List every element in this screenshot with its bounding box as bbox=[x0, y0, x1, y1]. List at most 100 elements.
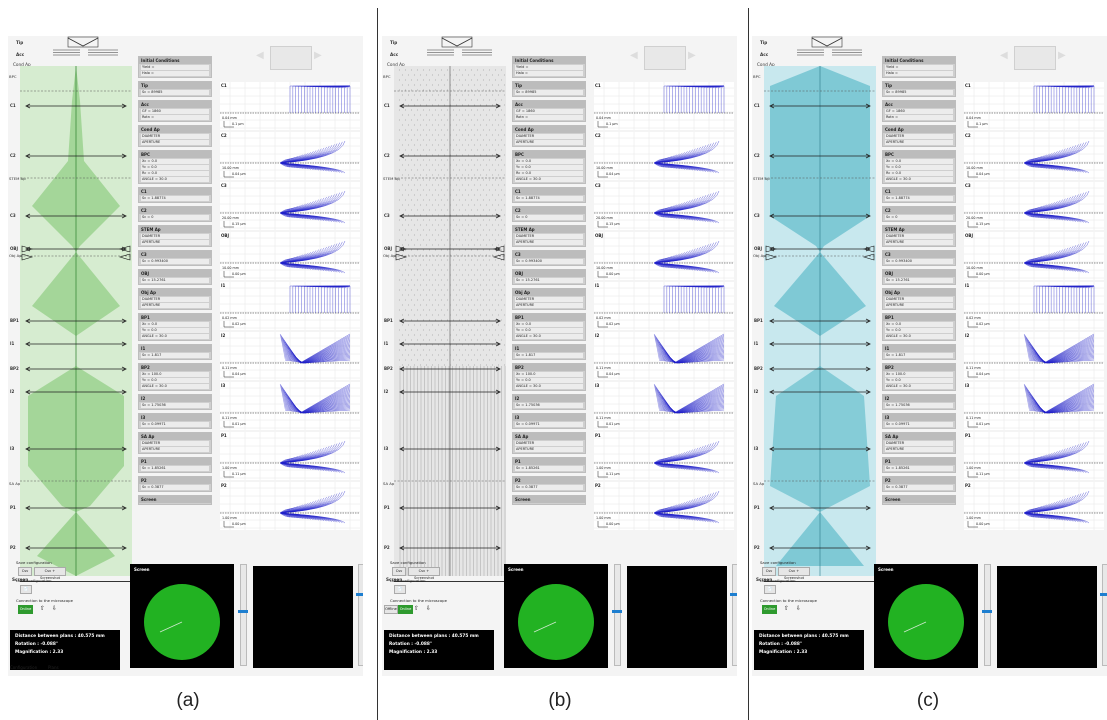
param-field[interactable]: Sc = 0.3877 bbox=[885, 485, 953, 490]
param-field[interactable]: APERTURE bbox=[885, 303, 953, 308]
param-field[interactable]: ANGLE = 30.0 bbox=[141, 384, 209, 389]
online-button[interactable]: Online bbox=[762, 605, 777, 614]
param-field[interactable]: Sc = 1.817 bbox=[515, 353, 583, 358]
secondary-slider[interactable] bbox=[730, 564, 737, 666]
param-field[interactable]: DIAMETER bbox=[141, 297, 209, 302]
param-field[interactable]: ANGLE = 30.0 bbox=[515, 177, 583, 182]
screen-slider-knob[interactable] bbox=[612, 610, 622, 613]
param-field[interactable]: ANGLE = 30.0 bbox=[885, 334, 953, 339]
param-field[interactable]: GF = 1860 bbox=[141, 109, 209, 114]
param-field[interactable]: DIAMETER bbox=[515, 234, 583, 239]
param-field[interactable]: Yield = bbox=[141, 65, 209, 70]
param-field[interactable]: Xc = 100.0 bbox=[885, 372, 953, 377]
screen-slider[interactable] bbox=[982, 564, 992, 666]
download-icon[interactable]: ⇩ bbox=[796, 605, 801, 612]
offline-button[interactable]: Offline bbox=[384, 605, 398, 614]
param-field[interactable]: Xc = 100.0 bbox=[515, 372, 583, 377]
secondary-slider[interactable] bbox=[1100, 564, 1107, 666]
param-field[interactable]: APERTURE bbox=[885, 447, 953, 452]
param-field[interactable]: Sc = 1.88774 bbox=[885, 196, 953, 201]
param-field[interactable]: DIAMETER bbox=[141, 134, 209, 139]
param-field[interactable]: Halo = bbox=[141, 71, 209, 76]
param-field[interactable]: Sc = 0.3877 bbox=[515, 485, 583, 490]
secondary-slider-knob[interactable] bbox=[1100, 593, 1107, 596]
param-field[interactable]: Rc = 0.0 bbox=[141, 171, 209, 176]
param-field[interactable]: Yc = 0.0 bbox=[885, 165, 953, 170]
param-field[interactable]: Sc = 89985 bbox=[885, 90, 953, 95]
screen-slider[interactable] bbox=[238, 564, 248, 666]
param-field[interactable]: ANGLE = 30.0 bbox=[141, 177, 209, 182]
param-field[interactable]: APERTURE bbox=[141, 240, 209, 245]
param-field[interactable]: ANGLE = 30.0 bbox=[885, 177, 953, 182]
param-field[interactable]: Yc = 0.0 bbox=[515, 165, 583, 170]
param-field[interactable]: ANGLE = 30.0 bbox=[141, 334, 209, 339]
prev-arrow-icon[interactable]: ◀ bbox=[256, 50, 264, 61]
csv-screenshot-button[interactable]: Csv + Screenshot bbox=[34, 567, 66, 580]
param-field[interactable]: Sc = 1.85261 bbox=[141, 466, 209, 471]
param-field[interactable]: APERTURE bbox=[141, 447, 209, 452]
upload-icon[interactable]: ⇧ bbox=[784, 605, 789, 612]
param-field[interactable]: Sc = 1.88774 bbox=[515, 196, 583, 201]
screen-view[interactable]: Screen bbox=[504, 564, 608, 668]
param-field[interactable]: Yc = 0.0 bbox=[885, 328, 953, 333]
param-field[interactable]: Sc = 0 bbox=[515, 215, 583, 220]
param-field[interactable]: DIAMETER bbox=[141, 234, 209, 239]
param-field[interactable]: Sc = 1.817 bbox=[141, 353, 209, 358]
param-field[interactable]: Sc = 0 bbox=[885, 215, 953, 220]
prev-arrow-icon[interactable]: ◀ bbox=[630, 50, 638, 61]
screen-slider-knob[interactable] bbox=[982, 610, 992, 613]
csv-screenshot-button[interactable]: Csv + Screenshot bbox=[408, 567, 440, 580]
param-field[interactable]: Xc = 100.0 bbox=[141, 372, 209, 377]
param-field[interactable]: DIAMETER bbox=[885, 234, 953, 239]
param-field[interactable]: DIAMETER bbox=[515, 441, 583, 446]
param-field[interactable]: APERTURE bbox=[141, 303, 209, 308]
param-field[interactable]: Sc = 1.85261 bbox=[885, 466, 953, 471]
param-field[interactable]: APERTURE bbox=[515, 303, 583, 308]
param-field[interactable]: GF = 1860 bbox=[515, 109, 583, 114]
param-field[interactable]: DIAMETER bbox=[885, 297, 953, 302]
param-field[interactable]: Sc = 0.993400 bbox=[885, 259, 953, 264]
param-field[interactable]: Sc = 0.3877 bbox=[141, 485, 209, 490]
param-field[interactable]: Rc = 0.0 bbox=[885, 171, 953, 176]
param-field[interactable]: ANGLE = 30.0 bbox=[885, 384, 953, 389]
param-field[interactable]: DIAMETER bbox=[141, 441, 209, 446]
load-file-button[interactable]: 📄 bbox=[394, 585, 406, 594]
screen-slider-knob[interactable] bbox=[238, 610, 248, 613]
secondary-screen[interactable] bbox=[997, 566, 1097, 668]
upload-icon[interactable]: ⇧ bbox=[40, 605, 45, 612]
param-field[interactable]: APERTURE bbox=[885, 240, 953, 245]
param-field[interactable]: APERTURE bbox=[515, 140, 583, 145]
param-field[interactable]: Xc = 0.0 bbox=[141, 322, 209, 327]
next-arrow-icon[interactable]: ▶ bbox=[1058, 50, 1066, 61]
param-field[interactable]: Sc = 15.2761 bbox=[141, 278, 209, 283]
csv-button[interactable]: Csv bbox=[392, 567, 406, 576]
csv-button[interactable]: Csv bbox=[18, 567, 32, 576]
download-icon[interactable]: ⇩ bbox=[52, 605, 57, 612]
param-field[interactable]: Xc = 0.0 bbox=[141, 159, 209, 164]
param-field[interactable]: DIAMETER bbox=[885, 441, 953, 446]
secondary-screen[interactable] bbox=[253, 566, 353, 668]
screen-view[interactable]: Screen bbox=[130, 564, 234, 668]
param-field[interactable]: Sc = 15.2761 bbox=[515, 278, 583, 283]
download-icon[interactable]: ⇩ bbox=[426, 605, 431, 612]
param-field[interactable]: ANGLE = 30.0 bbox=[515, 334, 583, 339]
screen-view[interactable]: Screen bbox=[874, 564, 978, 668]
param-field[interactable]: Sc = 89985 bbox=[515, 90, 583, 95]
screen-slider[interactable] bbox=[612, 564, 622, 666]
nav-configuration[interactable]: Configuration bbox=[10, 665, 37, 670]
param-field[interactable]: Sc = 0.993400 bbox=[141, 259, 209, 264]
param-field[interactable]: DIAMETER bbox=[885, 134, 953, 139]
param-field[interactable]: DIAMETER bbox=[515, 134, 583, 139]
param-field[interactable]: APERTURE bbox=[885, 140, 953, 145]
param-field[interactable]: Sc = 1.75036 bbox=[885, 403, 953, 408]
param-field[interactable]: APERTURE bbox=[515, 240, 583, 245]
next-arrow-icon[interactable]: ▶ bbox=[314, 50, 322, 61]
param-field[interactable]: Yc = 0.0 bbox=[141, 165, 209, 170]
online-button[interactable]: Online bbox=[398, 605, 413, 614]
load-file-button[interactable]: 📄 bbox=[764, 585, 776, 594]
param-field[interactable]: Yield = bbox=[885, 65, 953, 70]
param-field[interactable]: Sc = 0 bbox=[141, 215, 209, 220]
preview-thumbnail[interactable] bbox=[644, 46, 686, 70]
load-file-button[interactable]: 📄 bbox=[20, 585, 32, 594]
preview-thumbnail[interactable] bbox=[270, 46, 312, 70]
